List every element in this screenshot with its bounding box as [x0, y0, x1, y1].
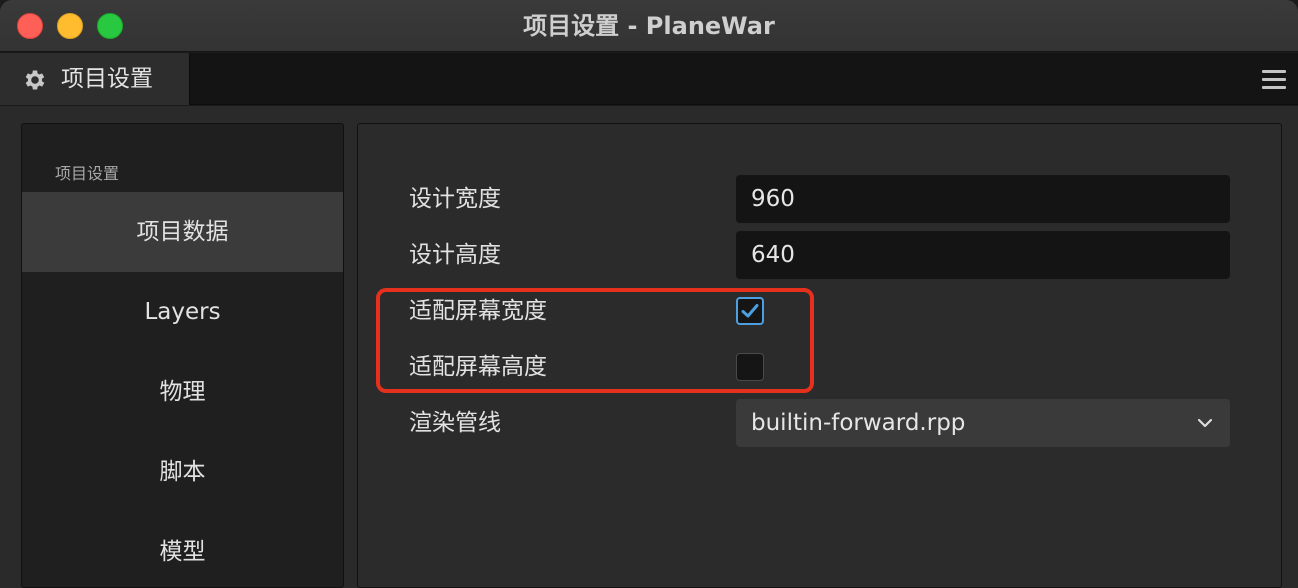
design-width-label: 设计宽度 [409, 186, 501, 212]
chevron-down-icon [1197, 418, 1213, 428]
render-pipeline-value: builtin-forward.rpp [751, 410, 966, 436]
sidebar-item-layers[interactable]: Layers [22, 272, 343, 352]
hamburger-menu-icon[interactable] [1262, 70, 1286, 92]
design-width-input[interactable]: 960 [736, 175, 1230, 223]
sidebar-item-scripts[interactable]: 脚本 [22, 432, 343, 512]
fit-width-label: 适配屏幕宽度 [409, 298, 547, 324]
settings-panel: 设计宽度 960 设计高度 640 适配屏幕宽度 适配屏幕高度 渲染管线 bui… [357, 123, 1282, 588]
sidebar: 项目设置 项目数据 Layers 物理 脚本 模型 [21, 123, 344, 588]
fit-width-checkbox[interactable] [736, 297, 764, 325]
fit-height-label: 适配屏幕高度 [409, 354, 547, 380]
design-height-input[interactable]: 640 [736, 231, 1230, 279]
sidebar-item-physics[interactable]: 物理 [22, 352, 343, 432]
gear-icon [25, 70, 45, 90]
render-pipeline-select[interactable]: builtin-forward.rpp [736, 399, 1230, 447]
render-pipeline-label: 渲染管线 [409, 410, 501, 436]
sidebar-item-models[interactable]: 模型 [22, 512, 343, 588]
checkmark-icon [741, 304, 759, 318]
fit-height-checkbox[interactable] [736, 353, 764, 381]
design-height-label: 设计高度 [409, 242, 501, 268]
tab-bar: 项目设置 [0, 53, 1298, 105]
tab-label: 项目设置 [61, 66, 153, 92]
sidebar-item-project-data[interactable]: 项目数据 [22, 192, 343, 272]
title-bar: 项目设置 - PlaneWar [0, 0, 1298, 52]
tab-project-settings[interactable]: 项目设置 [0, 53, 190, 105]
window-title: 项目设置 - PlaneWar [523, 12, 775, 40]
sidebar-heading: 项目设置 [55, 164, 120, 183]
